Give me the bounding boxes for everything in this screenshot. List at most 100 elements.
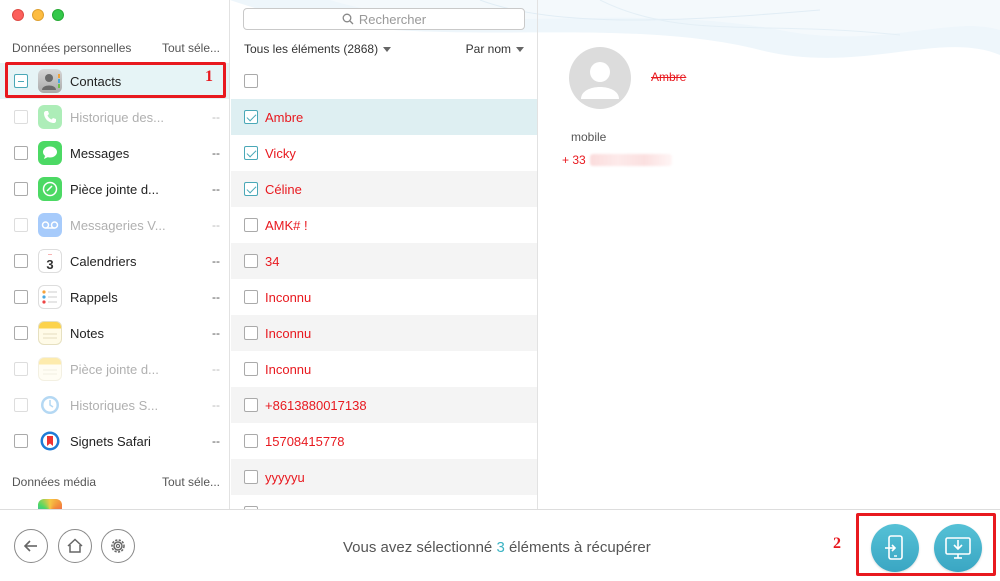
contact-name: Inconnu	[265, 290, 312, 305]
list-item[interactable]: +8613880017138	[231, 387, 537, 423]
filter-dropdown[interactable]: Tous les éléments (2868)	[244, 42, 392, 56]
svg-text:3: 3	[46, 257, 53, 271]
list-item[interactable]: yyyyyu	[231, 459, 537, 495]
list-item[interactable]: Ambre	[231, 99, 537, 135]
row-checkbox[interactable]	[244, 146, 258, 160]
list-item[interactable]: Vicky	[231, 135, 537, 171]
recover-to-computer-button[interactable]	[934, 524, 982, 572]
calendars-checkbox[interactable]	[14, 254, 28, 268]
redacted-phone-number	[589, 154, 672, 166]
zoom-window-button[interactable]	[52, 9, 64, 21]
personal-data-header: Données personnelles Tout séle...	[0, 37, 229, 59]
sidebar-item-label: Messages	[70, 146, 130, 161]
row-checkbox[interactable]	[244, 470, 258, 484]
sidebar-item-label: Rappels	[70, 290, 118, 305]
list-item[interactable]	[231, 63, 537, 99]
sidebar-item-voicemail[interactable]: Messageries V... --	[0, 207, 229, 243]
settings-button[interactable]	[101, 529, 135, 563]
sidebar-item-count: --	[212, 362, 220, 376]
contact-detail-pane: Ambre mobile + 33	[539, 0, 1000, 509]
reminders-checkbox[interactable]	[14, 290, 28, 304]
call-history-checkbox[interactable]	[14, 110, 28, 124]
sidebar-item-count: --	[212, 182, 220, 196]
row-checkbox[interactable]	[244, 326, 258, 340]
selected-count: 3	[496, 539, 505, 556]
home-button[interactable]	[58, 529, 92, 563]
home-icon	[67, 538, 83, 553]
reminders-icon	[38, 285, 62, 309]
messages-checkbox[interactable]	[14, 146, 28, 160]
row-checkbox[interactable]	[244, 254, 258, 268]
list-item[interactable]: Inconnu	[231, 279, 537, 315]
sort-label: Par nom	[465, 42, 511, 56]
category-sidebar: Données personnelles Tout séle... Contac…	[0, 0, 230, 509]
avatar	[569, 47, 631, 109]
row-checkbox[interactable]	[244, 362, 258, 376]
list-item[interactable]: AMK# !	[231, 207, 537, 243]
row-checkbox[interactable]	[244, 218, 258, 232]
window-controls	[12, 9, 64, 21]
sidebar-item-messages[interactable]: Messages --	[0, 135, 229, 171]
search-input[interactable]: Rechercher	[243, 8, 525, 30]
sidebar-item-calendars[interactable]: —3 Calendriers --	[0, 243, 229, 279]
close-window-button[interactable]	[12, 9, 24, 21]
back-button[interactable]	[14, 529, 48, 563]
safari-history-checkbox[interactable]	[14, 398, 28, 412]
personal-data-title: Données personnelles	[12, 41, 132, 55]
phone-icon	[38, 105, 62, 129]
sidebar-item-contacts[interactable]: Contacts	[0, 63, 229, 99]
sidebar-item-count: --	[212, 398, 220, 412]
notes-checkbox[interactable]	[14, 326, 28, 340]
list-item[interactable]: Inconnu	[231, 351, 537, 387]
contact-name: yyyyyu	[265, 470, 305, 485]
sidebar-item-call-history[interactable]: Historique des... --	[0, 99, 229, 135]
list-item[interactable]: 15708415778	[231, 423, 537, 459]
sidebar-item-label: Contacts	[70, 74, 122, 89]
row-checkbox[interactable]	[244, 398, 258, 412]
voicemail-checkbox[interactable]	[14, 218, 28, 232]
sidebar-item-label: Pièce jointe d...	[70, 182, 159, 197]
sidebar-item-notes-attachments[interactable]: Pièce jointe d... --	[0, 351, 229, 387]
contact-name: 15708415778	[265, 434, 345, 449]
status-suffix: éléments à récupérer	[508, 539, 651, 556]
row-checkbox[interactable]	[244, 290, 258, 304]
sidebar-item-count: --	[212, 326, 220, 340]
select-all-media-link[interactable]: Tout séle...	[162, 475, 220, 489]
sidebar-item-reminders[interactable]: Rappels --	[0, 279, 229, 315]
list-item[interactable]: 34	[231, 243, 537, 279]
notes-attachments-checkbox[interactable]	[14, 362, 28, 376]
recover-to-device-button[interactable]	[871, 524, 919, 572]
row-checkbox[interactable]	[244, 182, 258, 196]
contacts-checkbox[interactable]	[14, 74, 28, 88]
sidebar-item-count: --	[212, 290, 220, 304]
sidebar-item-label: Historique des...	[70, 110, 164, 125]
sidebar-item-label: Calendriers	[70, 254, 137, 269]
row-checkbox[interactable]	[244, 74, 258, 88]
list-item[interactable]: Inconnu	[231, 315, 537, 351]
sidebar-item-message-attachments[interactable]: Pièce jointe d... --	[0, 171, 229, 207]
list-item[interactable]: Céline	[231, 171, 537, 207]
selection-status: Vous avez sélectionné 3 éléments à récup…	[343, 539, 651, 556]
annotation-number-1: 1	[205, 68, 213, 85]
sidebar-item-notes[interactable]: Notes --	[0, 315, 229, 351]
row-checkbox[interactable]	[244, 110, 258, 124]
select-all-personal-link[interactable]: Tout séle...	[162, 41, 220, 55]
sidebar-item-label: Pièce jointe d...	[70, 362, 159, 377]
sort-dropdown[interactable]: Par nom	[466, 42, 524, 56]
notes-attachment-icon	[38, 357, 62, 381]
person-silhouette-icon	[581, 62, 619, 99]
sidebar-item-count: --	[212, 218, 220, 232]
minimize-window-button[interactable]	[32, 9, 44, 21]
sidebar-item-count: --	[212, 254, 220, 268]
row-checkbox[interactable]	[244, 434, 258, 448]
sidebar-item-safari-bookmarks[interactable]: Signets Safari --	[0, 423, 229, 459]
message-attachments-checkbox[interactable]	[14, 182, 28, 196]
notes-icon	[38, 321, 62, 345]
safari-bookmarks-checkbox[interactable]	[14, 434, 28, 448]
phone-prefix: + 33	[562, 153, 586, 167]
sidebar-item-safari-history[interactable]: Historiques S... --	[0, 387, 229, 423]
search-icon	[342, 13, 354, 25]
list-item[interactable]	[231, 495, 537, 509]
messages-icon	[38, 141, 62, 165]
recover-to-computer-icon	[945, 537, 971, 559]
